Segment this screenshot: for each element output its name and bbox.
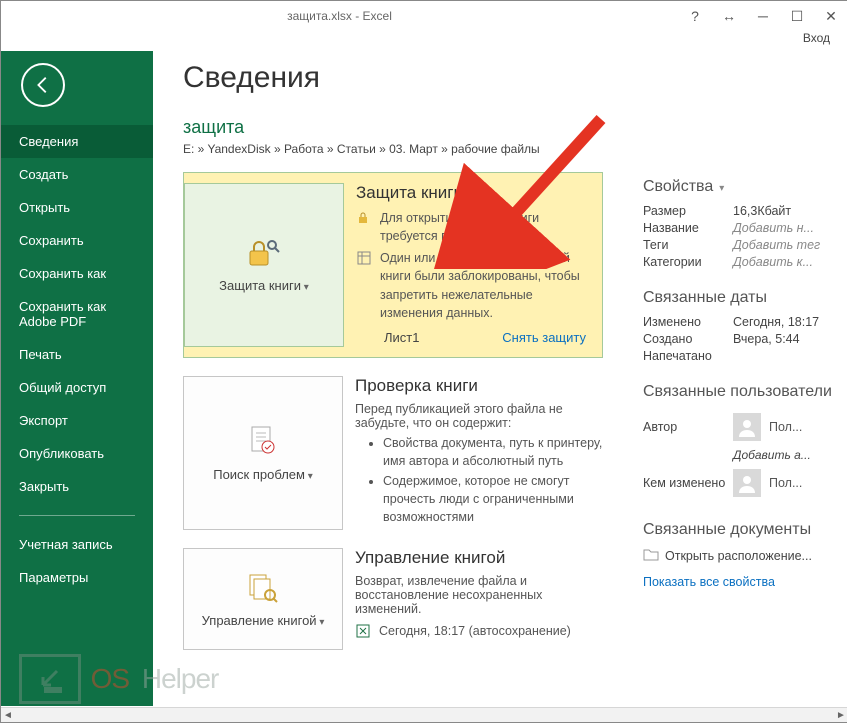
info-right-column: Свойства Размер16,3Кбайт НазваниеДобавит… [603,172,847,668]
back-button[interactable] [21,63,65,107]
protected-sheet-name: Лист1 [384,330,419,345]
sidebar-item-saveas[interactable]: Сохранить как [1,257,153,290]
prop-name-v[interactable]: Добавить н... [733,221,814,235]
excel-file-icon [355,622,371,638]
unprotect-link[interactable]: Снять защиту [502,330,586,345]
scroll-left-icon[interactable]: ◄ [1,710,15,721]
sidebar-item-save-pdf[interactable]: Сохранить как Adobe PDF [1,290,153,338]
protect-card: Защита книги Защита книги Для открытия д… [183,172,603,358]
document-name: защита [183,117,847,138]
author-value[interactable]: Пол... [733,413,802,441]
manage-version[interactable]: Сегодня, 18:17 (автосохранение) [379,622,571,640]
sheet-lock-icon [356,249,372,265]
add-author[interactable]: Добавить а... [733,448,811,462]
show-all-properties-link[interactable]: Показать все свойства [643,575,775,589]
modby-value[interactable]: Пол... [733,469,802,497]
manage-card: Управление книгой Управление книгой Возв… [183,548,603,650]
login-link[interactable]: Вход [1,31,847,51]
sidebar-item-new[interactable]: Создать [1,158,153,191]
dates-heading: Связанные даты [643,289,838,307]
protect-msg-password: Для открытия данной книги требуется паро… [380,209,592,245]
manage-workbook-button[interactable]: Управление книгой [183,548,343,650]
backstage-sidebar: Сведения Создать Открыть Сохранить Сохра… [1,51,153,706]
prop-size-k: Размер [643,204,733,218]
inspect-bullet: Содержимое, которое не смогут прочесть л… [383,472,603,526]
protect-title: Защита книги [356,183,592,203]
open-location-link[interactable]: Открыть расположение... [665,549,812,563]
resize-icon[interactable]: ↔ [712,1,746,31]
prop-cat-k: Категории [643,255,733,269]
prop-size-v: 16,3Кбайт [733,204,791,218]
scroll-track[interactable] [15,709,834,721]
sidebar-item-options[interactable]: Параметры [1,561,153,594]
key-lock-icon [356,209,372,225]
sidebar-separator [19,515,135,516]
avatar-icon [733,469,761,497]
modby-k: Кем изменено [643,476,733,490]
sidebar-nav: Сведения Создать Открыть Сохранить Сохра… [1,125,153,594]
breadcrumb[interactable]: E: » YandexDisk » Работа » Статьи » 03. … [183,142,847,156]
info-left-column: Защита книги Защита книги Для открытия д… [183,172,603,668]
avatar-icon [733,413,761,441]
manage-intro: Возврат, извлечение файла и восстановлен… [355,574,603,616]
date-created-v: Вчера, 5:44 [733,332,800,346]
manage-button-label: Управление книгой [202,613,325,630]
date-mod-k: Изменено [643,315,733,329]
lock-key-icon [245,234,283,272]
sidebar-item-close[interactable]: Закрыть [1,470,153,503]
window-title: защита.xlsx - Excel [1,9,678,23]
prop-cat-v[interactable]: Добавить к... [733,255,813,269]
page-title: Сведения [183,61,847,95]
sidebar-item-open[interactable]: Открыть [1,191,153,224]
date-created-k: Создано [643,332,733,346]
related-heading: Связанные документы [643,521,838,539]
prop-tags-k: Теги [643,238,733,252]
scroll-right-icon[interactable]: ► [834,710,847,721]
protect-button-label: Защита книги [219,278,309,295]
window-controls: ? ↔ ─ ☐ ✕ [678,1,847,31]
close-icon[interactable]: ✕ [814,1,847,31]
inspect-button-label: Поиск проблем [213,467,313,484]
properties-heading[interactable]: Свойства [643,178,838,196]
checklist-search-icon [244,423,282,461]
sidebar-item-export[interactable]: Экспорт [1,404,153,437]
date-mod-v: Сегодня, 18:17 [733,315,819,329]
manage-title: Управление книгой [355,548,603,568]
inspect-card: Поиск проблем Проверка книги Перед публи… [183,376,603,531]
sidebar-item-save[interactable]: Сохранить [1,224,153,257]
help-icon[interactable]: ? [678,1,712,31]
documents-search-icon [244,569,282,607]
sidebar-item-print[interactable]: Печать [1,338,153,371]
inspect-intro: Перед публикацией этого файла не забудьт… [355,402,603,430]
author-k: Автор [643,420,733,434]
sidebar-item-account[interactable]: Учетная запись [1,528,153,561]
maximize-icon[interactable]: ☐ [780,1,814,31]
protect-workbook-button[interactable]: Защита книги [184,183,344,347]
sidebar-item-publish[interactable]: Опубликовать [1,437,153,470]
backstage-content: Сведения защита E: » YandexDisk » Работа… [153,51,847,706]
inspect-bullet: Свойства документа, путь к принтеру, имя… [383,434,603,470]
horizontal-scrollbar[interactable]: ◄ ► [1,707,847,722]
sidebar-item-info[interactable]: Сведения [1,125,153,158]
inspect-title: Проверка книги [355,376,603,396]
check-issues-button[interactable]: Поиск проблем [183,376,343,531]
prop-tags-v[interactable]: Добавить тег [733,238,820,252]
protect-msg-sheets: Один или несколько листов этой книги был… [380,249,592,322]
folder-icon [643,547,659,564]
sidebar-item-share[interactable]: Общий доступ [1,371,153,404]
title-bar: защита.xlsx - Excel ? ↔ ─ ☐ ✕ [1,1,847,31]
date-printed-k: Напечатано [643,349,733,363]
people-heading: Связанные пользователи [643,383,838,401]
prop-name-k: Название [643,221,733,235]
minimize-icon[interactable]: ─ [746,1,780,31]
